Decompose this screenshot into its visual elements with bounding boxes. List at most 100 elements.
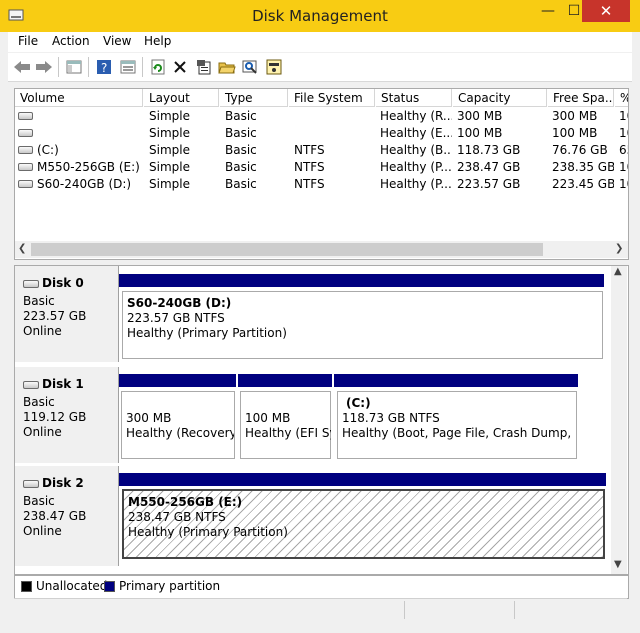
partition-c[interactable]: (C:) 118.73 GB NTFS Healthy (Boot, Page … xyxy=(334,374,578,462)
legend-unallocated: Unallocated xyxy=(36,579,108,593)
table-row[interactable]: M550-256GB (E:) Simple Basic NTFS Health… xyxy=(15,159,628,176)
properties-icon[interactable] xyxy=(194,58,214,76)
volume-list: Volume Layout Type File System Status Ca… xyxy=(14,88,629,260)
column-header-status[interactable]: Status xyxy=(376,89,452,107)
partition-e[interactable]: M550-256GB (E:) 238.47 GB NTFS Healthy (… xyxy=(119,473,606,561)
capacity-cell: 300 MB xyxy=(457,109,503,123)
partition-label: S60-240GB (D:) xyxy=(127,296,232,310)
disk-1-header[interactable]: Disk 1 Basic 119.12 GB Online xyxy=(15,367,119,463)
partition-bar xyxy=(334,374,578,387)
table-row[interactable]: (C:) Simple Basic NTFS Healthy (B... 118… xyxy=(15,142,628,159)
capacity-cell: 223.57 GB xyxy=(457,177,521,191)
capacity-cell: 238.47 GB xyxy=(457,160,521,174)
partition-size: 238.47 GB NTFS xyxy=(128,510,226,524)
partition-bar xyxy=(119,374,236,387)
fs-cell: NTFS xyxy=(294,177,325,191)
partition-d[interactable]: S60-240GB (D:) 223.57 GB NTFS Healthy (P… xyxy=(119,274,604,362)
layout-cell: Simple xyxy=(149,143,190,157)
toolbar-separator xyxy=(58,57,59,77)
partition-label: (C:) xyxy=(346,396,371,410)
partition-body: 100 MB Healthy (EFI Sys xyxy=(240,391,331,459)
volume-icon xyxy=(18,145,33,154)
column-header-free-space[interactable]: Free Spa... xyxy=(548,89,614,107)
column-header-volume[interactable]: Volume xyxy=(15,89,143,107)
partition-label: M550-256GB (E:) xyxy=(128,495,243,509)
partition-size: 118.73 GB NTFS xyxy=(342,411,440,425)
delete-icon[interactable] xyxy=(170,58,190,76)
column-header-file-system[interactable]: File System xyxy=(289,89,375,107)
scroll-right-icon[interactable]: ❯ xyxy=(615,243,623,254)
table-row[interactable]: Simple Basic Healthy (E... 100 MB 100 MB… xyxy=(15,125,628,142)
help-icon[interactable]: ? xyxy=(94,58,114,76)
partition-size: 223.57 GB NTFS xyxy=(127,311,225,325)
disk-0-header[interactable]: Disk 0 Basic 223.57 GB Online xyxy=(15,266,119,362)
disk-management-icon[interactable] xyxy=(264,58,284,76)
type-cell: Basic xyxy=(225,143,257,157)
explore-icon[interactable] xyxy=(240,58,260,76)
primary-swatch xyxy=(104,581,115,592)
vertical-scrollbar[interactable]: ▲ ▼ xyxy=(611,266,627,574)
toolbar-separator xyxy=(142,57,143,77)
toolbar-separator xyxy=(88,57,89,77)
layout-cell: Simple xyxy=(149,126,190,140)
scrollbar-thumb[interactable] xyxy=(31,243,543,256)
volume-cell xyxy=(18,125,142,142)
column-header-type[interactable]: Type xyxy=(220,89,288,107)
menu-view[interactable]: View xyxy=(103,34,131,48)
scroll-up-icon[interactable]: ▲ xyxy=(614,266,622,277)
fs-cell: NTFS xyxy=(294,143,325,157)
type-cell: Basic xyxy=(225,109,257,123)
capacity-cell: 100 MB xyxy=(457,126,503,140)
column-header-layout[interactable]: Layout xyxy=(144,89,219,107)
partition-efi[interactable]: 100 MB Healthy (EFI Sys xyxy=(238,374,332,462)
layout-cell: Simple xyxy=(149,177,190,191)
partition-body-selected: M550-256GB (E:) 238.47 GB NTFS Healthy (… xyxy=(122,489,605,559)
partition-status: Healthy (Recovery P xyxy=(126,426,234,440)
properties-view-icon[interactable] xyxy=(118,58,138,76)
partition-recovery[interactable]: 300 MB Healthy (Recovery P xyxy=(119,374,236,462)
disk-icon xyxy=(23,279,39,288)
menu-file[interactable]: File xyxy=(18,34,38,48)
fs-cell: NTFS xyxy=(294,160,325,174)
disk-type: Basic xyxy=(23,294,55,308)
free-cell: 223.45 GB xyxy=(552,177,614,191)
column-header-capacity[interactable]: Capacity xyxy=(453,89,547,107)
layout-cell: Simple xyxy=(149,160,190,174)
menu-bar xyxy=(8,32,632,52)
disk-name: Disk 0 xyxy=(23,276,84,290)
scroll-down-icon[interactable]: ▼ xyxy=(614,559,622,570)
column-header-percent-free[interactable]: % xyxy=(615,89,628,107)
table-row[interactable]: S60-240GB (D:) Simple Basic NTFS Healthy… xyxy=(15,176,628,193)
forward-icon[interactable] xyxy=(34,58,54,76)
svg-text:?: ? xyxy=(101,61,107,75)
volume-cell xyxy=(18,108,142,125)
back-icon[interactable] xyxy=(12,58,32,76)
partition-status: Healthy (Primary Partition) xyxy=(127,326,287,340)
partition-body: 300 MB Healthy (Recovery P xyxy=(121,391,235,459)
partition-size: 100 MB xyxy=(245,411,291,425)
status-cell: Healthy (B... xyxy=(380,143,452,157)
layout-cell: Simple xyxy=(149,109,190,123)
close-button[interactable]: ✕ xyxy=(582,0,630,22)
pct-cell: 10 xyxy=(619,109,628,123)
open-icon[interactable] xyxy=(217,58,237,76)
status-divider xyxy=(404,601,405,619)
table-row[interactable]: Simple Basic Healthy (R... 300 MB 300 MB… xyxy=(15,108,628,125)
disk-icon xyxy=(23,479,39,488)
disk-icon xyxy=(23,380,39,389)
partition-size: 300 MB xyxy=(126,411,172,425)
menu-action[interactable]: Action xyxy=(52,34,90,48)
scroll-left-icon[interactable]: ❮ xyxy=(18,243,26,254)
disk-name: Disk 1 xyxy=(23,377,84,391)
disk-2-header[interactable]: Disk 2 Basic 238.47 GB Online xyxy=(15,466,119,566)
console-tree-icon[interactable] xyxy=(64,58,84,76)
refresh-icon[interactable] xyxy=(148,58,168,76)
horizontal-scrollbar[interactable]: ❮ ❯ xyxy=(15,241,628,258)
free-cell: 100 MB xyxy=(552,126,598,140)
partition-body: (C:) 118.73 GB NTFS Healthy (Boot, Page … xyxy=(337,391,577,459)
disk-name: Disk 2 xyxy=(23,476,84,490)
capacity-cell: 118.73 GB xyxy=(457,143,521,157)
menu-help[interactable]: Help xyxy=(144,34,171,48)
volume-cell: S60-240GB (D:) xyxy=(18,176,142,193)
volume-cell: M550-256GB (E:) xyxy=(18,159,142,176)
